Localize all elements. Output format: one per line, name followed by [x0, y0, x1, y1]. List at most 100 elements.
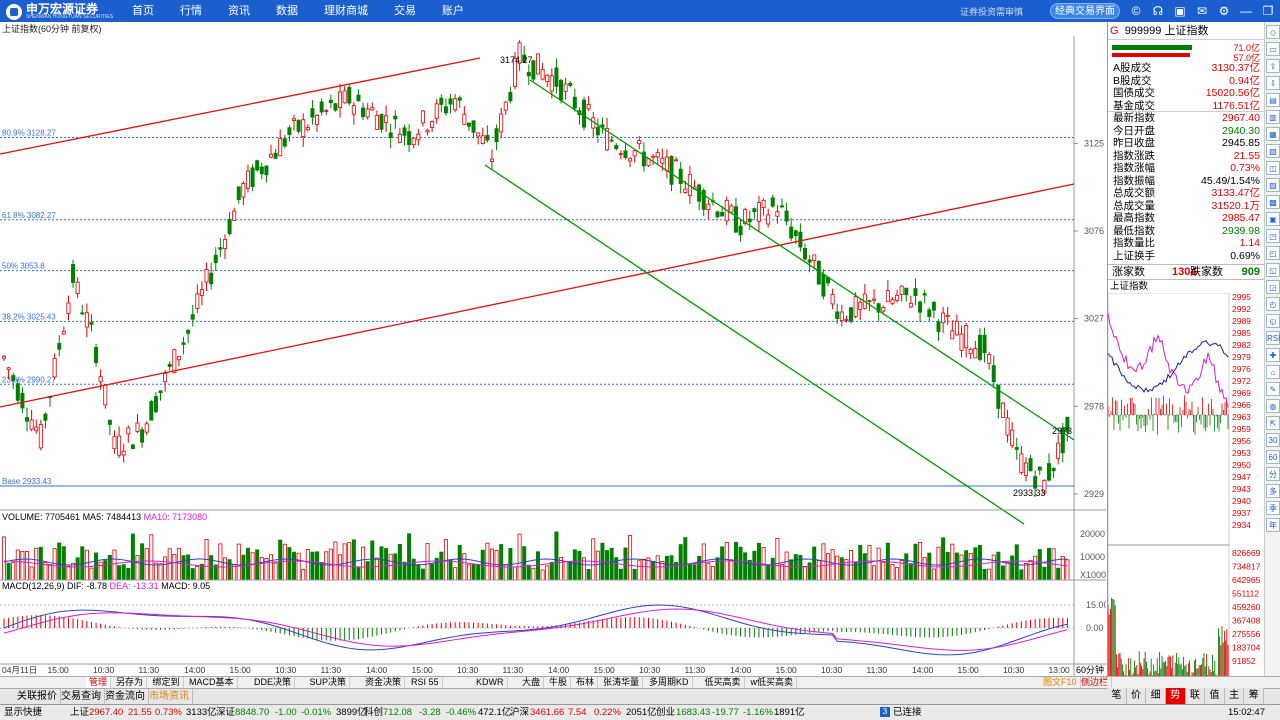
link-0[interactable]: 关联报价 — [14, 689, 61, 704]
toolbar-icon[interactable]: ◲ — [1266, 280, 1280, 294]
volume-bar — [720, 546, 725, 581]
restore-icon[interactable]: ❐ — [1260, 3, 1276, 19]
menu-quotes[interactable]: 行情 — [180, 0, 202, 22]
intraday-mini-chart[interactable]: 2995 2992 2989 2985 2982 2979 2976 2972 2969 2966… — [1107, 292, 1265, 682]
minimize-icon[interactable]: — — [1238, 3, 1254, 19]
volume-bar — [669, 555, 674, 581]
panel-tab[interactable]: 笔 — [1107, 688, 1127, 704]
volume-bar — [950, 543, 955, 581]
classic-trade-button[interactable]: 经典交易界面 — [1050, 3, 1120, 19]
mini-axis-label: 2943 — [1232, 484, 1251, 494]
candle-body — [839, 311, 844, 322]
candle-body — [637, 140, 642, 145]
toolbar-icon[interactable]: ✚ — [1266, 348, 1280, 362]
toolbar-icon[interactable]: ▥ — [1266, 110, 1280, 124]
toolbar-icon[interactable]: ▤ — [1266, 93, 1280, 107]
toolbar-icon[interactable]: ▦ — [1266, 127, 1280, 141]
toolbar-icon[interactable]: ⇩ — [1266, 76, 1280, 90]
menu-wealth-mall[interactable]: 理财商城 — [324, 0, 368, 22]
toolbar-icon[interactable]: 季 — [1266, 501, 1280, 515]
candle-body — [476, 132, 481, 137]
kline-chart-area[interactable]: 80.9% 3128.27 61.8% 3082.27 50% 3053.8 38.2… — [0, 22, 1106, 676]
macd-axis-label: 15.00 — [1086, 600, 1106, 610]
toolbar-icon[interactable]: ◇ — [1266, 25, 1280, 39]
volume-bar — [812, 546, 817, 581]
toolbar-icon[interactable]: 分 — [1266, 467, 1280, 481]
toolbar-icon[interactable]: ◫ — [1266, 161, 1280, 175]
panel-tab[interactable]: 主 — [1224, 688, 1245, 704]
menu-news[interactable]: 资讯 — [228, 0, 250, 22]
show-shortcut[interactable]: 显示快捷 — [4, 705, 42, 720]
menu-data[interactable]: 数据 — [276, 0, 298, 22]
candle-body — [586, 104, 591, 110]
toolbar-icon[interactable]: 年 — [1266, 518, 1280, 532]
candle-body — [402, 127, 407, 136]
candle-body — [715, 211, 720, 218]
copyright-icon[interactable]: © — [1128, 3, 1144, 19]
candle-body — [526, 72, 531, 77]
toolbar-icon[interactable]: ⇧ — [1266, 59, 1280, 73]
toolbar-icon[interactable]: ◳ — [1266, 229, 1280, 243]
toolbar-icon[interactable]: ▨ — [1266, 178, 1280, 192]
layout-icon[interactable]: ▣ — [1172, 3, 1188, 19]
panel-tab[interactable]: 势 — [1165, 688, 1186, 704]
link-3[interactable]: 市场资讯 — [146, 689, 193, 704]
candle-body — [489, 158, 494, 162]
panel-tab[interactable]: 筹 — [1244, 688, 1264, 704]
candle-body — [130, 444, 135, 450]
headset-icon[interactable]: ☊ — [1150, 3, 1166, 19]
mini-axis-label: 2976 — [1232, 364, 1251, 374]
link-2[interactable]: 资金流向 — [102, 689, 149, 704]
menu-account[interactable]: 账户 — [442, 0, 464, 22]
sh-index-amount: 3133亿 — [186, 707, 217, 718]
link-1[interactable]: 交易查询 — [58, 689, 105, 704]
toolbar-icon[interactable]: RSI — [1266, 331, 1280, 345]
volume-bar — [743, 552, 748, 581]
toolbar-icon[interactable]: 30 — [1266, 433, 1280, 447]
candle-body — [545, 74, 550, 82]
candle-body — [6, 367, 11, 371]
candle-body — [227, 218, 232, 235]
mail-icon[interactable]: ✉ — [1194, 3, 1210, 19]
candle-body — [149, 401, 154, 421]
volume-bar — [968, 552, 973, 581]
toolbar-icon[interactable]: 60 — [1266, 450, 1280, 464]
candle-body — [499, 113, 504, 133]
toolbar-icon[interactable]: ▣ — [1266, 212, 1280, 226]
candle-body — [75, 281, 80, 294]
candle-body — [89, 322, 94, 325]
time-axis-label: 11:30 — [867, 665, 888, 675]
candle-body — [485, 134, 490, 141]
toolbar-icon[interactable]: 多 — [1266, 484, 1280, 498]
panel-tab[interactable]: 值 — [1205, 688, 1225, 704]
mini-axis-label: 367408 — [1232, 616, 1261, 626]
candle-body — [84, 312, 89, 328]
quote-code-prefix: G — [1110, 25, 1119, 37]
menu-trade[interactable]: 交易 — [394, 0, 416, 22]
settings-icon[interactable]: ⚙ — [1216, 3, 1232, 19]
panel-tab[interactable]: 联 — [1185, 688, 1206, 704]
toolbar-icon[interactable]: ⌂ — [1266, 365, 1280, 379]
toolbar-icon[interactable]: ▧ — [1266, 144, 1280, 158]
candle-body — [812, 254, 817, 261]
panel-tab[interactable]: 价 — [1126, 688, 1147, 704]
volume-bar — [57, 542, 62, 581]
panel-tab[interactable]: 细 — [1146, 688, 1166, 704]
volume-bar — [158, 563, 163, 581]
kline-chart-svg[interactable]: 80.9% 3128.27 61.8% 3082.27 50% 3053.8 38.2… — [0, 22, 1106, 676]
toolbar-icon[interactable]: ✎ — [1266, 382, 1280, 396]
toolbar-icon[interactable]: ▭ — [1266, 42, 1280, 56]
toolbar-icon[interactable]: ⇱ — [1266, 416, 1280, 430]
toolbar-icon[interactable]: ◴ — [1266, 297, 1280, 311]
candle-body — [370, 107, 375, 111]
toolbar-icon[interactable]: ▩ — [1266, 195, 1280, 209]
menu-home[interactable]: 首页 — [132, 0, 154, 22]
toolbar-icon[interactable]: ◱ — [1266, 263, 1280, 277]
volume-bar — [282, 543, 287, 581]
volume-bar — [522, 546, 527, 581]
toolbar-icon[interactable]: ◵ — [1266, 314, 1280, 328]
toolbar-icon[interactable]: ◍ — [1266, 399, 1280, 413]
connection-icon: 3 — [880, 707, 890, 717]
quote-row: 基金成交 1176.51亿 — [1108, 100, 1264, 112]
toolbar-icon[interactable]: ◰ — [1266, 246, 1280, 260]
